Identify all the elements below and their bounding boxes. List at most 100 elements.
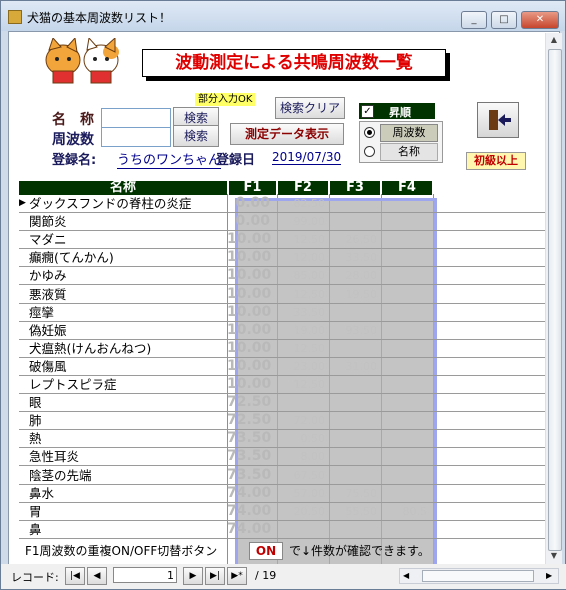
first-record-icon[interactable]: |◀ xyxy=(65,567,85,585)
frequency-input[interactable] xyxy=(101,127,171,147)
ascending-checkbox[interactable]: ✓ xyxy=(361,105,374,118)
table-row[interactable]: 悪液質 10.00 12.50 19.50 xyxy=(19,286,545,304)
sort-name-label[interactable]: 名称 xyxy=(380,143,438,161)
prev-record-icon[interactable]: ◀ xyxy=(87,567,107,585)
duplicate-toggle-on-button[interactable]: ON xyxy=(249,542,283,560)
footer-text-before: F1周波数の重複ON/OFF切替ボタン xyxy=(25,544,218,558)
row-f4 xyxy=(381,340,427,357)
search-frequency-button[interactable]: 検索 xyxy=(173,125,219,147)
row-f2 xyxy=(277,521,325,538)
partial-input-hint: 部分入力OK xyxy=(195,93,256,106)
row-f4 xyxy=(381,376,427,393)
table-row[interactable]: 熱 73.50 0.50 xyxy=(19,430,545,449)
registered-date-label: 登録日 xyxy=(216,153,256,168)
row-f3 xyxy=(329,521,377,538)
row-f1: 10.00 xyxy=(227,231,272,248)
table-row[interactable]: 犬瘟熱(けんおんねつ) 10.00 12.50 xyxy=(19,340,545,358)
close-button[interactable]: ✕ xyxy=(521,11,559,29)
scroll-left-icon[interactable]: ◀ xyxy=(403,569,409,583)
current-row-indicator-icon: ▶ xyxy=(19,198,26,208)
table-row[interactable]: 胃 74.00 20.50 55.50 80.5 xyxy=(19,503,545,521)
row-f2: 12.50 xyxy=(293,287,326,301)
table-row[interactable]: 破傷風 10.00 23.00 31.00 xyxy=(19,358,545,376)
row-f2: 0.50 xyxy=(300,432,326,446)
level-badge: 初級以上 xyxy=(466,152,526,170)
row-name: 破傷風 xyxy=(29,358,67,374)
row-f2: 99.00 xyxy=(293,215,326,229)
row-f1: 10.00 xyxy=(227,249,272,266)
table-row[interactable]: 鼻水 74.00 57.00 75.50 xyxy=(19,485,545,503)
row-name: レプトスピラ症 xyxy=(29,377,117,392)
table-row[interactable]: 陰茎の先端 73.50 67.50 xyxy=(19,467,545,485)
row-f1: 10.00 xyxy=(227,303,272,320)
table-row[interactable]: 痙攣 10.00 33.50 xyxy=(19,304,545,322)
next-record-icon[interactable]: ▶ xyxy=(183,567,203,585)
row-name: 鼻 xyxy=(29,521,42,537)
table-row[interactable]: 偽妊娠 10.00 19.00 93.50 xyxy=(19,322,545,340)
table-row[interactable]: 眼 72.50 xyxy=(19,394,545,413)
row-name: 関節炎 xyxy=(29,214,67,230)
column-header-f2: F2 xyxy=(278,181,328,195)
row-f2: 12.50 xyxy=(293,233,326,247)
sort-frequency-label[interactable]: 周波数 xyxy=(380,124,438,142)
footer-text-after: で↓件数が確認できます。 xyxy=(289,544,430,558)
row-f3: 93.50 xyxy=(345,323,378,337)
row-f3 xyxy=(329,213,377,230)
horizontal-scrollbar[interactable]: ◀ ▶ xyxy=(399,568,559,584)
table-row[interactable]: 急性耳炎 73.50 8.00 xyxy=(19,448,545,467)
row-name: 犬瘟熱(けんおんねつ) xyxy=(29,340,152,356)
table-row[interactable]: 肺 72.50 72.00 xyxy=(19,412,545,431)
ascending-label: 昇順 xyxy=(389,106,411,119)
scroll-up-icon[interactable]: ▲ xyxy=(546,35,562,44)
name-input[interactable] xyxy=(101,108,171,128)
row-name: かゆみ xyxy=(29,268,67,284)
maximize-button[interactable]: □ xyxy=(491,11,517,29)
exit-button[interactable] xyxy=(477,102,519,138)
row-f4 xyxy=(381,485,427,502)
row-f1: 10.00 xyxy=(227,285,272,302)
ascending-toggle[interactable]: ✓ 昇順 xyxy=(359,103,435,119)
table-row[interactable]: 関節炎 0.00 99.00 xyxy=(19,213,545,232)
table-row[interactable]: 癲癇(てんかん) 10.00 12.00 33.50 xyxy=(19,249,545,268)
table-row[interactable]: 鼻 74.00 xyxy=(19,521,545,539)
row-f2: 85.00 xyxy=(293,269,326,283)
row-f2 xyxy=(277,394,325,411)
table-row[interactable]: レプトスピラ症 10.00 12.50 xyxy=(19,376,545,394)
row-f4 xyxy=(381,430,427,447)
scroll-right-icon[interactable]: ▶ xyxy=(546,569,552,583)
record-number-input[interactable]: 1 xyxy=(113,567,177,583)
row-f2: 23.00 xyxy=(293,359,326,373)
new-record-icon[interactable]: ▶* xyxy=(227,567,247,585)
table-row[interactable]: ▶ ダックスフンドの脊柱の炎症 0.00 82.50 xyxy=(19,195,545,213)
row-f3 xyxy=(329,376,377,393)
row-f4: 80.5 xyxy=(402,504,428,518)
vertical-scrollbar[interactable]: ▲ ▼ xyxy=(545,33,562,567)
row-f4 xyxy=(381,412,427,429)
table-row[interactable]: マダニ 10.00 12.50 26.50 xyxy=(19,231,545,250)
row-f4 xyxy=(381,213,427,230)
row-f4 xyxy=(381,448,427,465)
sort-by-name-radio[interactable] xyxy=(364,146,375,157)
scroll-down-icon[interactable]: ▼ xyxy=(546,551,562,560)
row-name: 急性耳炎 xyxy=(29,449,80,465)
show-measure-data-button[interactable]: 測定データ表示 xyxy=(230,123,344,145)
horizontal-scroll-thumb[interactable] xyxy=(422,570,534,582)
sort-by-frequency-radio[interactable] xyxy=(364,127,375,138)
search-clear-button[interactable]: 検索クリア xyxy=(275,97,345,119)
frequency-label: 周波数 xyxy=(52,132,94,148)
minimize-button[interactable]: _ xyxy=(461,11,487,29)
row-f3 xyxy=(329,394,377,411)
window-title: 犬猫の基本周波数リスト！ xyxy=(27,11,172,25)
form-area: 波動測定による共鳴周波数一覧 部分入力OK 名 称 検索 周波数 検索 検索クリ… xyxy=(8,31,562,582)
row-f3: 75.50 xyxy=(345,486,378,500)
row-f4 xyxy=(381,467,427,484)
last-record-icon[interactable]: ▶| xyxy=(205,567,225,585)
mascot-cat-dog-image xyxy=(45,38,119,84)
row-f4 xyxy=(381,231,427,248)
row-f1: 74.00 xyxy=(227,484,272,501)
row-name: 肺 xyxy=(29,413,42,429)
scroll-thumb[interactable] xyxy=(548,49,562,551)
table-row[interactable]: かゆみ 10.00 85.00 28.00 xyxy=(19,267,545,286)
row-f2: 33.50 xyxy=(293,305,326,319)
row-name: ダックスフンドの脊柱の炎症 xyxy=(29,196,192,211)
